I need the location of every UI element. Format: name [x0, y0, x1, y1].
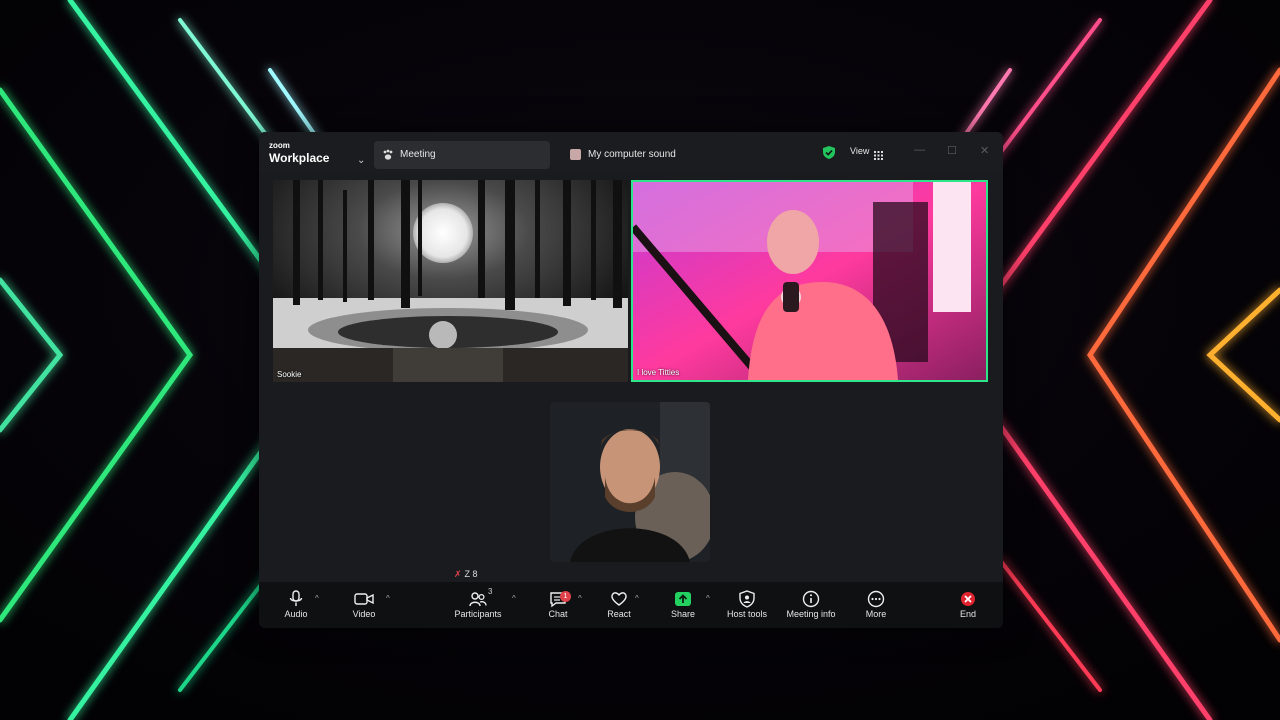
- meeting-info-label: Meeting info: [786, 609, 836, 619]
- react-label: React: [607, 609, 631, 619]
- audio-options-caret[interactable]: ^: [315, 594, 319, 603]
- host-tools-shield-icon: [725, 590, 769, 608]
- more-label: More: [865, 609, 887, 619]
- participants-count-badge: 3: [488, 587, 493, 596]
- muted-participant-indicator: ✗ Z 8: [454, 569, 478, 580]
- tab-meeting-label: Meeting: [400, 149, 436, 160]
- meeting-controls-toolbar: Audio ^ Video ^ Participants ^ Chat ^ Re…: [259, 582, 1003, 628]
- heart-icon: [604, 590, 634, 608]
- zoom-workplace-menu[interactable]: zoom Workplace ⌄: [269, 141, 365, 166]
- close-button[interactable]: ✕: [980, 144, 989, 157]
- sound-tab-icon: [570, 149, 581, 160]
- audio-label: Audio: [284, 609, 308, 619]
- participants-label: Participants: [454, 609, 502, 619]
- participant-video-feed: [633, 182, 986, 380]
- video-camera-icon: [349, 590, 379, 608]
- meeting-info-button[interactable]: Meeting info: [784, 590, 838, 624]
- end-meeting-button[interactable]: End: [956, 590, 980, 624]
- brand-small-label: zoom: [269, 141, 290, 150]
- video-stage: Sookie I love Titties: [259, 172, 1003, 582]
- forest-moon-image: [273, 180, 628, 382]
- more-icon: [860, 590, 892, 608]
- video-button[interactable]: Video: [349, 590, 379, 624]
- share-button[interactable]: Share: [668, 590, 698, 624]
- participants-options-caret[interactable]: ^: [512, 594, 516, 603]
- end-call-icon: [956, 590, 980, 608]
- minimize-button[interactable]: —: [914, 144, 925, 156]
- video-tile-self[interactable]: [550, 402, 710, 562]
- chat-options-caret[interactable]: ^: [578, 594, 582, 603]
- view-button[interactable]: View: [847, 144, 889, 160]
- brand-label: Workplace: [269, 151, 330, 165]
- participants-button[interactable]: Participants: [451, 590, 505, 624]
- participants-icon: [451, 590, 505, 608]
- host-tools-label: Host tools: [726, 609, 768, 619]
- tab-my-computer-sound[interactable]: My computer sound: [564, 141, 724, 169]
- muted-participant-name: Z 8: [464, 569, 478, 579]
- video-tile-active-speaker[interactable]: I love Titties: [631, 180, 988, 382]
- grid-icon: [874, 147, 883, 165]
- paw-icon: [382, 148, 394, 166]
- self-video-feed: [550, 402, 710, 562]
- tab-sound-label: My computer sound: [588, 149, 676, 160]
- share-icon: [668, 590, 698, 608]
- chevron-down-icon: ⌄: [357, 155, 366, 166]
- chat-label: Chat: [548, 609, 568, 619]
- info-icon: [784, 590, 838, 608]
- participant-name-label: I love Titties: [637, 368, 680, 377]
- video-label: Video: [352, 609, 376, 619]
- share-options-caret[interactable]: ^: [706, 594, 710, 603]
- participant-name-label: Sookie: [277, 370, 302, 379]
- video-options-caret[interactable]: ^: [386, 594, 390, 603]
- audio-button[interactable]: Audio: [281, 590, 311, 624]
- title-bar: zoom Workplace ⌄ Meeting My computer sou…: [259, 132, 1003, 172]
- view-label: View: [850, 146, 870, 156]
- encryption-shield-icon[interactable]: [822, 145, 836, 165]
- more-button[interactable]: More: [860, 590, 892, 624]
- end-label: End: [959, 609, 976, 619]
- tab-meeting[interactable]: Meeting: [374, 141, 550, 169]
- microphone-icon: [281, 590, 311, 608]
- react-button[interactable]: React: [604, 590, 634, 624]
- mic-muted-icon: ✗: [454, 569, 462, 579]
- chat-unread-badge: 1: [560, 591, 571, 602]
- react-options-caret[interactable]: ^: [635, 594, 639, 603]
- maximize-button[interactable]: ☐: [947, 144, 957, 157]
- video-tile-sookie[interactable]: Sookie: [273, 180, 628, 382]
- zoom-meeting-window: zoom Workplace ⌄ Meeting My computer sou…: [259, 132, 1003, 628]
- share-label: Share: [670, 609, 696, 619]
- host-tools-button[interactable]: Host tools: [725, 590, 769, 624]
